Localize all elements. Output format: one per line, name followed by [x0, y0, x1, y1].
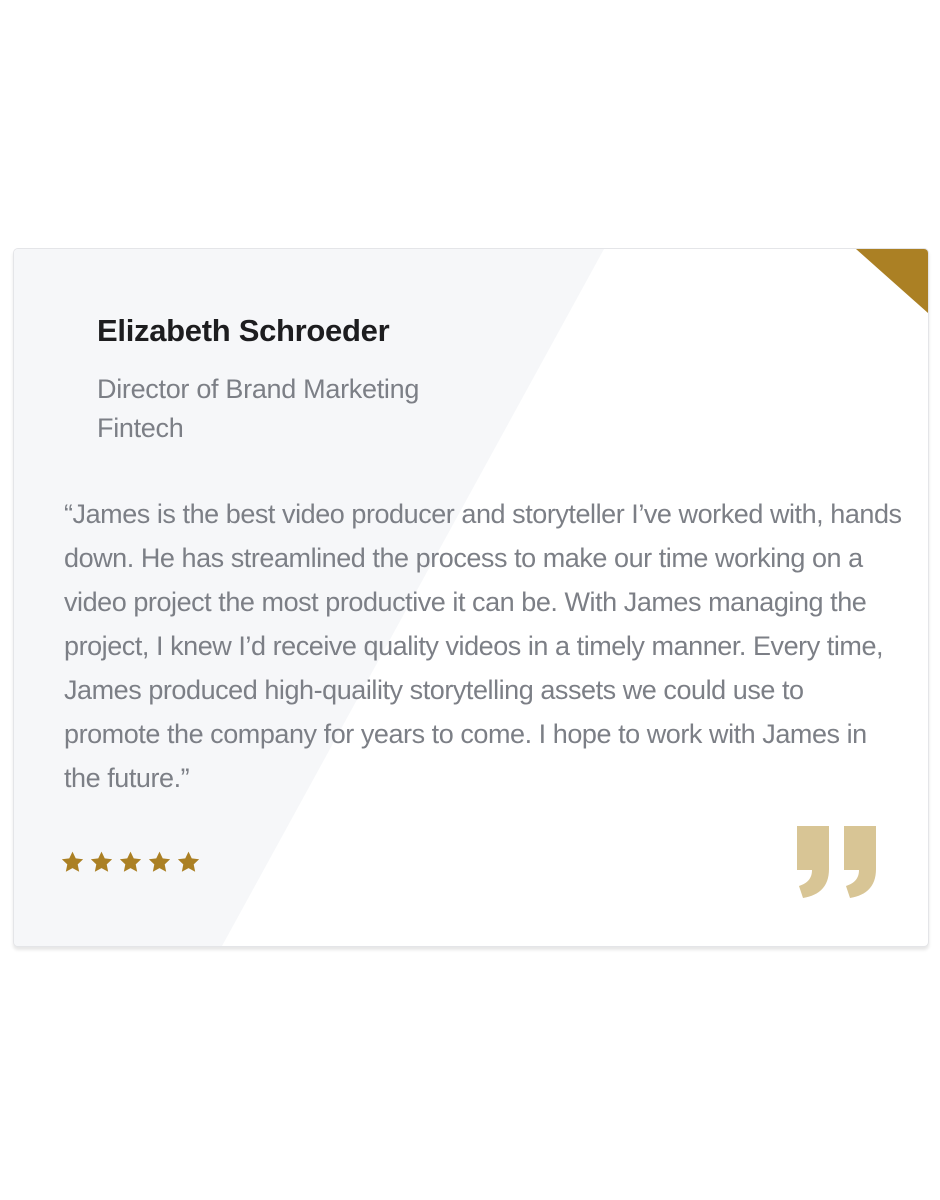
star-icon: [148, 851, 171, 872]
star-rating: [60, 850, 201, 876]
star-icon: [90, 851, 113, 872]
reviewer-role: Director of Brand Marketing: [97, 374, 420, 404]
corner-ribbon: [856, 249, 928, 313]
testimonial-quote: “James is the best video producer and st…: [64, 499, 902, 793]
closing-quote-icon: [797, 826, 876, 898]
reviewer-company: Fintech: [97, 413, 184, 443]
testimonial-card: Elizabeth Schroeder Director of Brand Ma…: [13, 248, 929, 947]
star-icon: [177, 851, 200, 872]
star-icon: [119, 851, 142, 872]
reviewer-name: Elizabeth Schroeder: [97, 313, 390, 348]
star-icon: [61, 851, 84, 872]
